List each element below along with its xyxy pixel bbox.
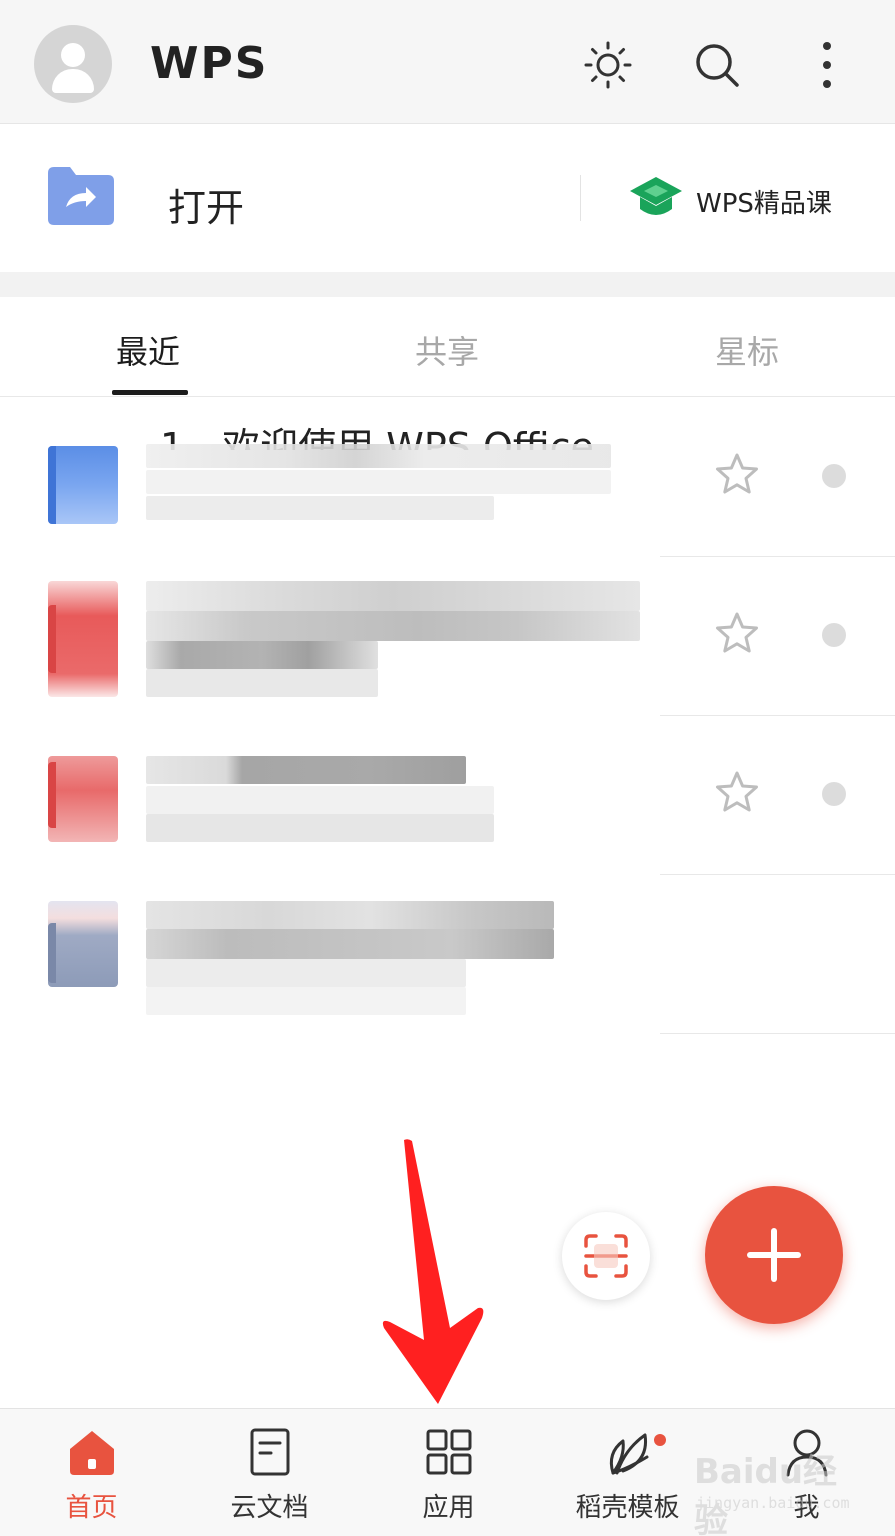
nav-apps-label: 应用	[422, 1493, 475, 1523]
leaf-icon	[609, 1433, 648, 1475]
tab-shared[interactable]: 共享	[415, 327, 479, 373]
plus-icon	[747, 1228, 801, 1282]
nav-apps[interactable]: 应用	[359, 1409, 538, 1536]
pdf-doc-icon	[48, 581, 118, 697]
word-doc-icon	[48, 446, 118, 524]
avatar[interactable]	[34, 25, 112, 103]
notification-badge	[654, 1434, 666, 1446]
star-icon[interactable]	[715, 452, 759, 496]
file-row[interactable]	[0, 716, 895, 875]
file-tabs: 最近 共享 星标	[0, 297, 895, 397]
blurred-meta	[146, 641, 378, 669]
blurred-filename	[146, 611, 640, 641]
annotation-arrow-icon	[382, 1139, 484, 1404]
blurred-meta	[146, 470, 611, 494]
apps-grid-icon	[426, 1429, 471, 1475]
graduation-cap-icon[interactable]	[628, 175, 684, 221]
blurred-meta	[146, 987, 466, 1015]
nav-home[interactable]: 首页	[2, 1409, 181, 1536]
blurred-filename	[146, 756, 466, 784]
folder-open-icon[interactable]	[48, 167, 114, 225]
blurred-meta	[146, 669, 378, 697]
blurred-meta	[146, 786, 494, 814]
file-more-icon[interactable]	[822, 464, 846, 488]
pdf-doc-icon	[48, 756, 118, 842]
avatar-body-icon	[52, 69, 94, 93]
blurred-filename	[146, 901, 554, 929]
create-new-button[interactable]	[705, 1186, 843, 1324]
blurred-meta	[146, 496, 494, 520]
top-header: WPS	[0, 0, 895, 124]
blurred-filename	[146, 929, 554, 959]
watermark-text: Baidu经验	[694, 1452, 838, 1536]
star-icon[interactable]	[715, 770, 759, 814]
divider	[580, 175, 581, 221]
blurred-filename	[146, 444, 611, 468]
nav-cloud-docs-label: 云文档	[230, 1493, 309, 1523]
generic-doc-icon	[48, 901, 118, 987]
tab-recent[interactable]: 最近	[116, 327, 180, 373]
avatar-head-icon	[61, 43, 85, 67]
scan-icon	[584, 1234, 628, 1278]
nav-cloud-docs[interactable]: 云文档	[180, 1409, 359, 1536]
scan-button[interactable]	[562, 1212, 650, 1300]
wps-course-label[interactable]: WPS精品课	[696, 183, 832, 220]
star-icon[interactable]	[715, 611, 759, 655]
open-label[interactable]: 打开	[168, 177, 244, 232]
tab-starred[interactable]: 星标	[715, 327, 779, 373]
wps-logo: WPS	[150, 38, 269, 89]
active-tab-indicator	[112, 390, 188, 395]
blurred-meta	[146, 959, 466, 987]
quick-actions-row: 打开 WPS精品课	[0, 125, 895, 272]
nav-home-label: 首页	[65, 1493, 118, 1523]
document-icon	[250, 1428, 289, 1476]
home-icon	[69, 1431, 114, 1475]
baidu-watermark: Baidu经验 jingyan.baidu.com	[688, 1432, 858, 1536]
section-gap	[0, 272, 895, 297]
blurred-filename	[146, 581, 640, 611]
file-more-icon[interactable]	[822, 623, 846, 647]
more-vertical-icon[interactable]	[802, 40, 852, 90]
watermark-url: jingyan.baidu.com	[696, 1494, 850, 1512]
sun-icon[interactable]	[583, 40, 633, 90]
file-row[interactable]	[0, 557, 895, 716]
search-icon[interactable]	[692, 40, 742, 90]
file-row[interactable]	[0, 875, 895, 1034]
file-more-icon[interactable]	[822, 782, 846, 806]
divider	[660, 1033, 895, 1034]
blurred-meta	[146, 814, 494, 842]
file-row[interactable]: 1、欢迎使用 WPS Office	[0, 398, 895, 557]
